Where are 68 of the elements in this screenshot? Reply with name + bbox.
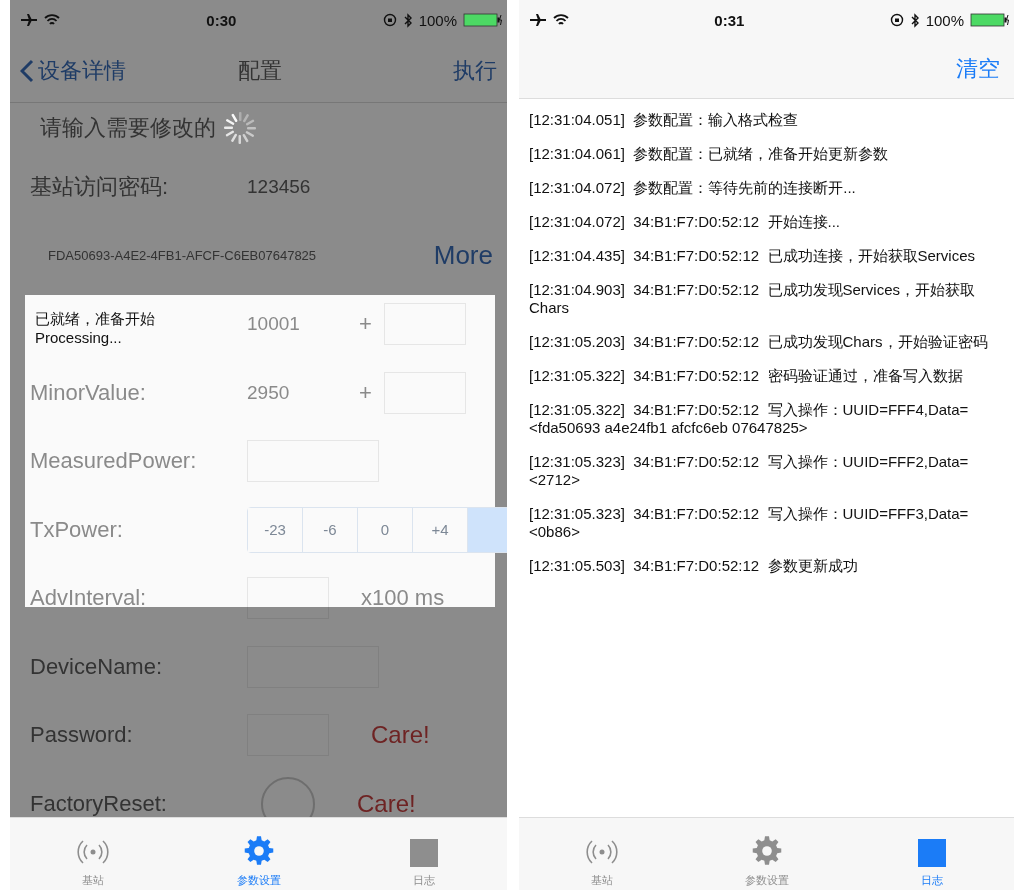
log-entry: [12:31:04.072] 参数配置：等待先前的连接断开...	[529, 179, 857, 197]
tab[interactable]: 参数设置	[175, 818, 342, 890]
field-label: FactoryReset:	[30, 790, 168, 817]
square-icon	[917, 839, 946, 867]
gear-icon	[750, 835, 783, 867]
uuid-field[interactable]: FDA50693-A4E2-4FB1-AFCF-C6EB07647825	[30, 238, 422, 274]
field-label: AdvInterval:	[30, 585, 148, 612]
airplane-icon	[20, 13, 38, 27]
field-label: TxPower:	[30, 516, 124, 543]
tab[interactable]: 参数设置	[684, 818, 849, 890]
bluetooth-icon	[402, 12, 413, 28]
nav-title: 配置	[236, 57, 283, 85]
airplane-icon	[529, 13, 547, 27]
log-entry: [12:31:05.503] 34:B1:F7:D0:52:12 参数更新成功	[529, 557, 859, 575]
field-label: DeviceName:	[30, 653, 164, 680]
log-entry: [12:31:04.435] 34:B1:F7:D0:52:12 已成功连接，开始获取Services	[529, 247, 977, 265]
status-time: 0:30	[205, 11, 238, 29]
field-label: 基站访问密码:	[30, 173, 170, 202]
gear-icon	[242, 835, 275, 867]
value-field[interactable]: 10001	[247, 313, 347, 336]
password-value: 123456	[247, 176, 312, 199]
dialog-detail: Processing...	[35, 328, 122, 347]
loading-spinner-icon	[222, 110, 258, 146]
log-entry: [12:31:05.322] 34:B1:F7:D0:52:12 密码验证通过，准备写入数据	[529, 367, 964, 385]
tab[interactable]: 日志	[341, 818, 507, 890]
log-entry: [12:31:04.903] 34:B1:F7:D0:52:12 已成功发现Services，开始获取Chars	[529, 281, 977, 317]
tab[interactable]: 基站	[519, 818, 684, 890]
chevron-left-icon	[20, 59, 34, 83]
tab[interactable]: 日志	[849, 818, 1014, 890]
dialog-message: 已就绪，准备开始	[35, 309, 155, 328]
segment[interactable]	[468, 507, 507, 552]
log-entry: [12:31:04.051] 参数配置：输入格式检查	[529, 111, 800, 129]
field-label: MeasuredPower:	[30, 448, 198, 475]
segment[interactable]: -23	[248, 507, 303, 552]
input-field[interactable]	[247, 577, 329, 620]
execute-button[interactable]: 执行	[453, 56, 497, 86]
plus-button[interactable]: +	[359, 379, 372, 406]
log-entry: [12:31:05.323] 34:B1:F7:D0:52:12 写入操作：UUID=FFF2,Data=<2712>	[529, 453, 970, 489]
rotation-lock-icon	[889, 13, 904, 27]
log-entry: [12:31:04.061] 参数配置：已就绪，准备开始更新参数	[529, 145, 890, 163]
log-entry: [12:31:04.072] 34:B1:F7:D0:52:12 开始连接...	[529, 213, 841, 231]
antenna-icon	[583, 837, 620, 867]
battery-icon	[463, 13, 503, 27]
battery-percent: 100%	[418, 11, 457, 29]
tab[interactable]: 基站	[10, 818, 176, 890]
field-label: MinorValue:	[30, 379, 147, 406]
wifi-icon	[553, 13, 569, 27]
clear-button[interactable]: 清空	[952, 54, 1004, 84]
unit-label: x100 ms	[361, 585, 445, 612]
field-label: Password:	[30, 722, 134, 749]
log-entry: [12:31:05.203] 34:B1:F7:D0:52:12 已成功发现Chars，开始验证密码	[529, 333, 989, 351]
square-icon	[410, 839, 439, 867]
antenna-icon	[74, 837, 111, 867]
back-button[interactable]: 设备详情	[20, 56, 126, 86]
plus-button[interactable]: +	[359, 311, 372, 338]
battery-percent: 100%	[925, 11, 964, 29]
rotation-lock-icon	[382, 13, 397, 27]
form-prompt: 请输入需要修改的	[40, 114, 216, 142]
status-time: 0:31	[713, 11, 746, 29]
warning-label: Care!	[357, 789, 416, 817]
more-button[interactable]: More	[433, 240, 493, 272]
value-field[interactable]: 2950	[247, 381, 347, 404]
battery-icon	[970, 13, 1010, 27]
warning-label: Care!	[371, 721, 430, 750]
wifi-icon	[44, 13, 60, 27]
log-entry: [12:31:05.323] 34:B1:F7:D0:52:12 写入操作：UUID=FFF3,Data=<0b86>	[529, 505, 970, 541]
bluetooth-icon	[909, 12, 920, 28]
log-entry: [12:31:05.322] 34:B1:F7:D0:52:12 写入操作：UUID=FFF4,Data=<fda50693 a4e24fb1 afcfc6eb 07647825>	[529, 401, 970, 437]
